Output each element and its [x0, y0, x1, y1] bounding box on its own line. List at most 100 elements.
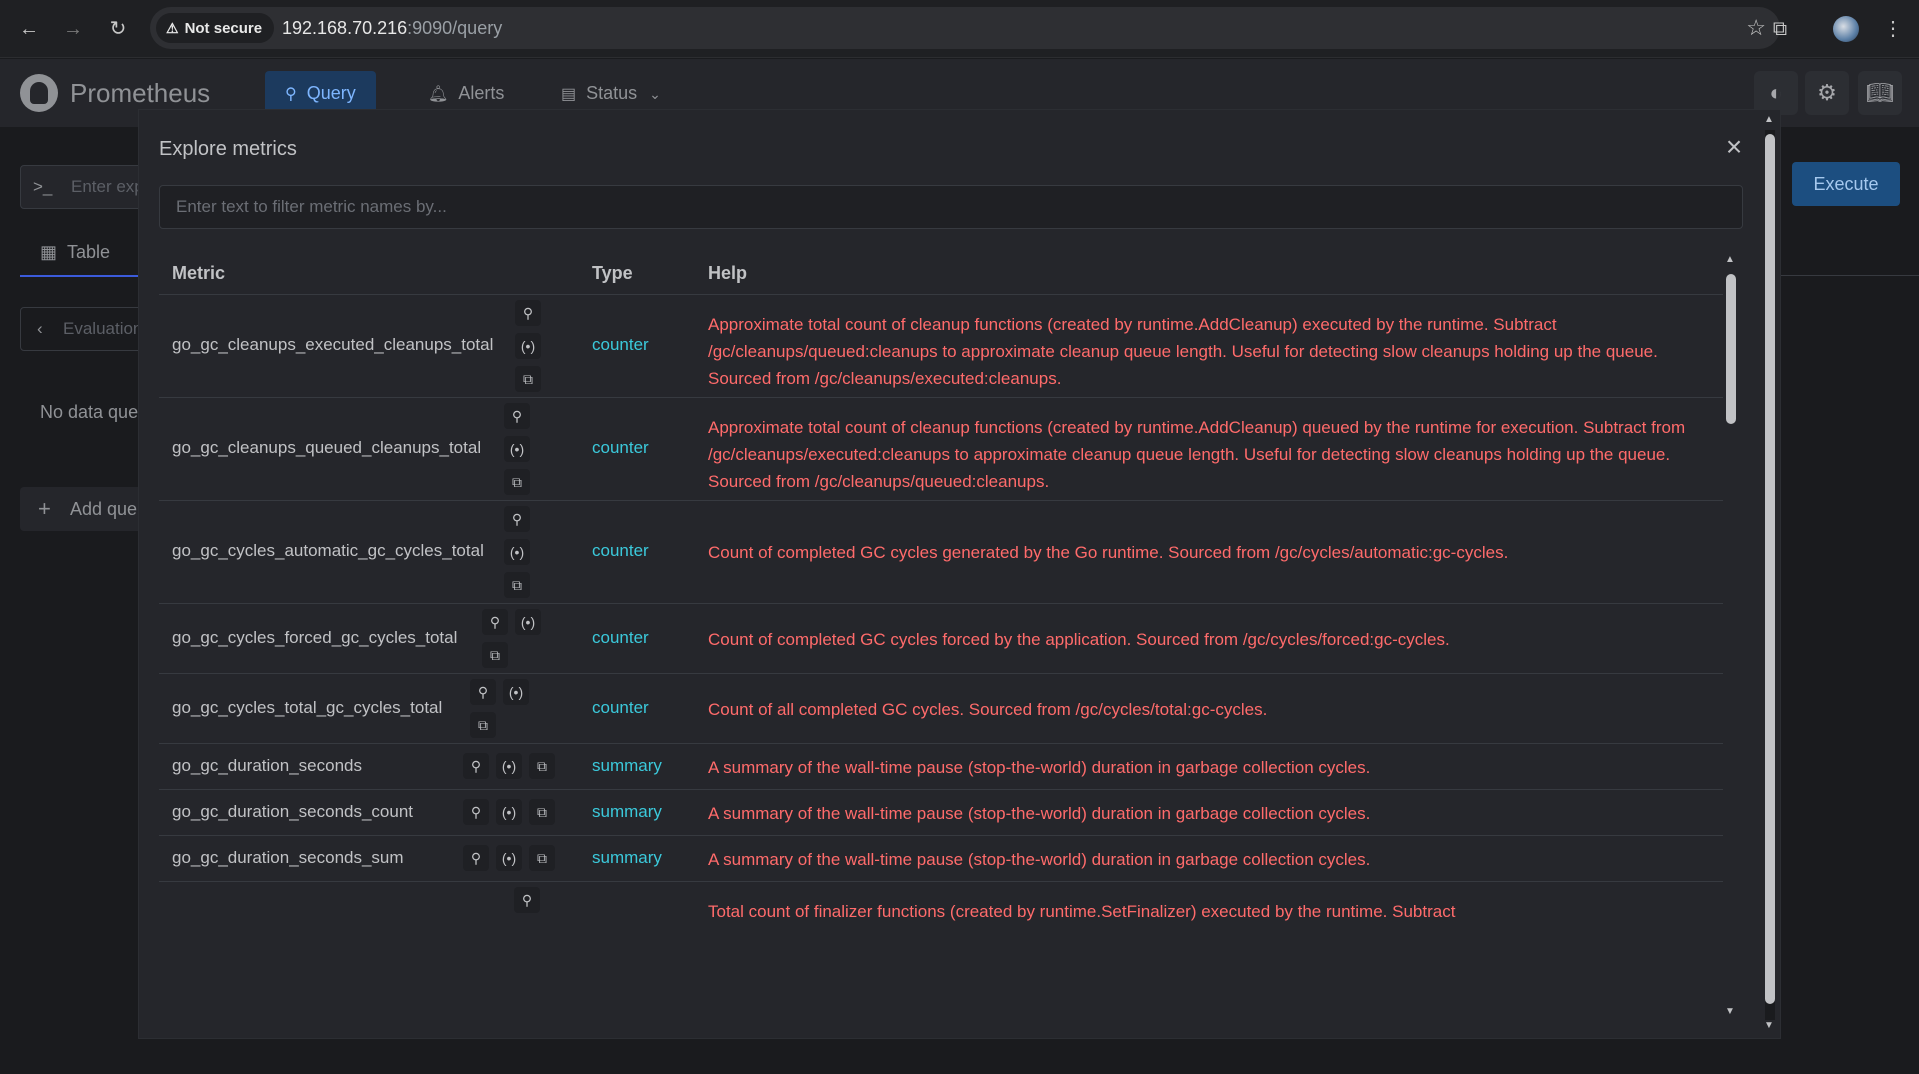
search-icon: ⚲ — [285, 86, 297, 103]
plus-icon: + — [38, 496, 51, 521]
table-row: go_gc_cleanups_queued_cleanups_total ⚲ (… — [159, 398, 1723, 501]
no-data-text: No data que — [40, 402, 139, 422]
copy-icon[interactable]: ⧉ — [529, 799, 555, 825]
metric-help: A summary of the wall-time pause (stop-t… — [708, 758, 1371, 777]
table-row: go_gc_cycles_automatic_gc_cycles_total ⚲… — [159, 501, 1723, 604]
url-host: 192.168.70.216 — [282, 18, 408, 38]
tab-table-label: Table — [67, 242, 111, 262]
theme-toggle-icon[interactable]: ◐ — [1754, 71, 1798, 115]
address-bar[interactable]: ⚠ Not secure 192.168.70.216:9090/query ☆ — [150, 7, 1780, 49]
gear-icon[interactable]: ⚙ — [1805, 71, 1849, 115]
book-icon[interactable]: 📖︎ — [1858, 71, 1902, 115]
add-query-label: Add que — [70, 499, 138, 519]
tab-status-label: Status — [586, 83, 638, 103]
modal-title: Explore metrics — [159, 138, 297, 160]
prometheus-logo-icon — [20, 74, 58, 112]
extensions-icon[interactable]: ⧉ — [1763, 12, 1797, 46]
table-row: go_gc_cycles_total_gc_cycles_total ⚲ (•)… — [159, 674, 1723, 744]
metric-name: go_gc_duration_seconds — [172, 756, 362, 775]
metric-help: Approximate total count of cleanup funct… — [708, 315, 1658, 388]
metric-help: A summary of the wall-time pause (stop-t… — [708, 804, 1371, 823]
table-icon: ▦ — [40, 242, 58, 262]
security-chip[interactable]: ⚠ Not secure — [156, 13, 275, 43]
metric-type: counter — [592, 628, 649, 647]
back-arrow-icon[interactable]: ← — [14, 14, 44, 44]
magnifier-icon[interactable]: ⚲ — [504, 506, 530, 532]
metric-help: Count of all completed GC cycles. Source… — [708, 700, 1268, 719]
table-row: go_gc_duration_seconds ⚲ (•) ⧉ summary A… — [159, 744, 1723, 790]
magnifier-icon[interactable]: ⚲ — [463, 845, 489, 871]
table-header: Metric Type Help — [159, 251, 1723, 295]
execute-button[interactable]: Execute — [1792, 162, 1900, 206]
profile-avatar[interactable] — [1829, 12, 1863, 46]
scroll-down-icon[interactable]: ▼ — [1761, 1020, 1777, 1031]
chevron-left-icon: ‹ — [37, 319, 43, 338]
metric-name: go_gc_duration_seconds_sum — [172, 848, 404, 867]
magnifier-icon[interactable]: ⚲ — [482, 609, 508, 635]
tab-alerts[interactable]: 🔔︎ Alerts — [408, 71, 524, 115]
scroll-up-icon[interactable]: ▲ — [1761, 114, 1777, 125]
insert-metric-icon[interactable]: (•) — [496, 753, 522, 779]
metrics-table: Metric Type Help go_gc_cleanups_executed… — [159, 251, 1723, 1038]
table-row: go_gc_duration_seconds_sum ⚲ (•) ⧉ summa… — [159, 836, 1723, 882]
metric-type: counter — [592, 698, 649, 717]
close-icon[interactable]: × — [1719, 132, 1749, 162]
tab-table[interactable]: ▦ Table — [40, 242, 110, 263]
metric-name: go_gc_cycles_total_gc_cycles_total — [172, 698, 443, 717]
copy-icon[interactable]: ⧉ — [529, 753, 555, 779]
server-icon: ▤ — [561, 86, 577, 103]
column-header-type: Type — [592, 263, 633, 283]
metric-name: go_gc_cycles_forced_gc_cycles_total — [172, 628, 458, 647]
insert-metric-icon[interactable]: (•) — [503, 679, 529, 705]
magnifier-icon[interactable]: ⚲ — [463, 799, 489, 825]
modal-scrollbar-thumb[interactable] — [1765, 134, 1775, 1004]
expression-placeholder: Enter exp — [71, 177, 144, 196]
magnifier-icon[interactable]: ⚲ — [514, 887, 540, 913]
metric-name: go_gc_cycles_automatic_gc_cycles_total — [172, 541, 484, 560]
url-path: :9090/query — [407, 18, 503, 38]
metric-type: summary — [592, 848, 662, 867]
bell-icon: 🔔︎ — [428, 86, 449, 103]
evaluation-label: Evaluation — [63, 319, 143, 338]
tab-status[interactable]: ▤ Status ⌄ — [541, 71, 681, 115]
more-menu-icon[interactable]: ⋮ — [1876, 12, 1910, 46]
insert-metric-icon[interactable]: (•) — [496, 845, 522, 871]
scroll-down-icon[interactable]: ▼ — [1722, 1006, 1738, 1017]
table-scrollbar[interactable]: ▲ ▼ — [1722, 254, 1738, 1024]
warning-icon: ⚠ — [166, 20, 179, 36]
table-row: go_gc_cleanups_executed_cleanups_total ⚲… — [159, 295, 1723, 398]
table-scrollbar-thumb[interactable] — [1726, 274, 1736, 424]
forward-arrow-icon[interactable]: → — [58, 14, 88, 44]
magnifier-icon[interactable]: ⚲ — [470, 679, 496, 705]
metric-name: go_gc_cleanups_queued_cleanups_total — [172, 438, 482, 457]
copy-icon[interactable]: ⧉ — [504, 572, 530, 598]
magnifier-icon[interactable]: ⚲ — [504, 403, 530, 429]
insert-metric-icon[interactable]: (•) — [496, 799, 522, 825]
copy-icon[interactable]: ⧉ — [515, 366, 541, 392]
metric-help: Count of completed GC cycles generated b… — [708, 543, 1509, 562]
table-row: go_gc_cycles_forced_gc_cycles_total ⚲ (•… — [159, 604, 1723, 674]
copy-icon[interactable]: ⧉ — [529, 845, 555, 871]
insert-metric-icon[interactable]: (•) — [504, 539, 530, 565]
metric-type: summary — [592, 756, 662, 775]
metric-help: A summary of the wall-time pause (stop-t… — [708, 850, 1371, 869]
metric-name: go_gc_duration_seconds_count — [172, 802, 414, 821]
modal-scrollbar[interactable]: ▲ ▼ — [1761, 114, 1777, 1036]
insert-metric-icon[interactable]: (•) — [515, 609, 541, 635]
scroll-up-icon[interactable]: ▲ — [1722, 254, 1738, 265]
tab-alerts-label: Alerts — [458, 83, 505, 103]
insert-metric-icon[interactable]: (•) — [504, 436, 530, 462]
metric-type: summary — [592, 802, 662, 821]
tab-query[interactable]: ⚲ Query — [265, 71, 376, 115]
terminal-prompt-icon: >_ — [33, 177, 53, 196]
url-text[interactable]: 192.168.70.216:9090/query — [282, 7, 502, 49]
copy-icon[interactable]: ⧉ — [482, 642, 508, 668]
copy-icon[interactable]: ⧉ — [504, 469, 530, 495]
table-row: ⚲ Total count of finalizer functions (cr… — [159, 882, 1723, 1002]
magnifier-icon[interactable]: ⚲ — [515, 300, 541, 326]
magnifier-icon[interactable]: ⚲ — [463, 753, 489, 779]
copy-icon[interactable]: ⧉ — [470, 712, 496, 738]
reload-icon[interactable]: ↻ — [103, 14, 133, 44]
metric-filter-input[interactable] — [159, 185, 1743, 229]
insert-metric-icon[interactable]: (•) — [515, 333, 541, 359]
